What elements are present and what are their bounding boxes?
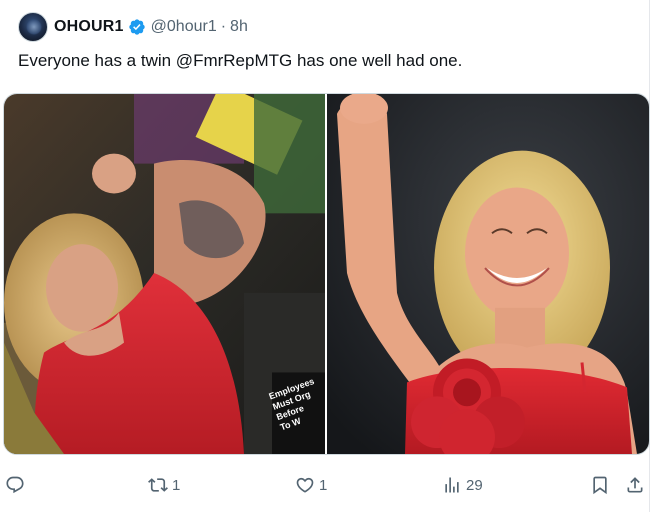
display-name[interactable]: OHOUR1 [54,18,124,36]
user-handle[interactable]: @0hour1 [151,18,217,36]
share-icon [627,477,643,493]
tweet-actions: 1 1 29 [0,470,650,500]
photo-left[interactable]: Employees Must Org Before To W [4,94,325,454]
avatar[interactable] [18,12,48,42]
repost-icon [148,478,168,492]
share-button[interactable] [625,474,645,496]
views-icon [445,477,459,493]
repost-count: 1 [172,476,181,494]
repost-button[interactable]: 1 [148,474,180,496]
like-button[interactable]: 1 [295,474,327,496]
verified-badge-icon [128,18,146,36]
reply-icon [6,476,24,494]
views-count: 29 [466,476,483,494]
like-count: 1 [319,476,328,494]
bookmark-button[interactable] [590,474,610,496]
photo-right[interactable] [327,94,649,454]
bookmark-icon [593,476,607,495]
media-grid: Employees Must Org Before To W [3,93,650,455]
views-button[interactable]: 29 [442,474,483,496]
separator-dot: · [220,18,227,35]
heart-icon [296,477,314,493]
timestamp[interactable]: 8h [230,18,248,36]
tweet-header: OHOUR1 @0hour1 · 8h [18,12,248,42]
tweet-card[interactable]: OHOUR1 @0hour1 · 8h Everyone has a twin … [0,0,650,512]
reply-button[interactable] [5,474,29,496]
tweet-text: Everyone has a twin @FmrRepMTG has one w… [18,51,463,70]
